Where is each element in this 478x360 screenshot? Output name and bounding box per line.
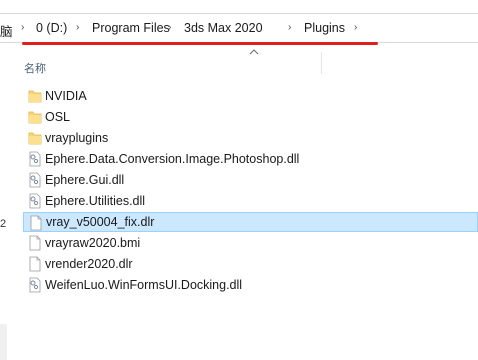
up-caret-icon [249, 49, 259, 55]
breadcrumb-program-files[interactable]: Program Files [92, 21, 170, 35]
file-name: vrayplugins [45, 131, 109, 145]
breadcrumb-chevron-icon[interactable]: › [354, 22, 357, 33]
file-name: Ephere.Data.Conversion.Image.Photoshop.d… [45, 152, 300, 166]
folder-icon [28, 130, 42, 146]
file-icon [28, 256, 42, 272]
file-name: WeifenLuo.WinFormsUI.Docking.dll [45, 278, 243, 292]
navigation-pane-edge [0, 44, 7, 360]
file-list-item[interactable]: Ephere.Utilities.dll [23, 191, 478, 211]
dll-file-icon [28, 172, 42, 188]
breadcrumb-fragment[interactable]: 脑 [0, 21, 13, 40]
breadcrumb-chevron-icon[interactable]: › [168, 22, 171, 33]
breadcrumb-plugins[interactable]: Plugins [304, 21, 345, 35]
folder-icon [28, 109, 42, 125]
breadcrumb-3ds-max-2020[interactable]: 3ds Max 2020 [184, 21, 263, 35]
file-name: vray_v50004_fix.dlr [46, 215, 155, 229]
breadcrumb-chevron-icon[interactable]: › [76, 22, 79, 33]
file-name: vrender2020.dlr [45, 257, 133, 271]
file-list-item[interactable]: vrayraw2020.bmi [23, 233, 478, 253]
breadcrumb-chevron-icon[interactable]: › [288, 22, 291, 33]
address-bar[interactable]: 脑 › 0 (D:) › Program Files › 3ds Max 202… [0, 13, 478, 43]
file-list-item[interactable]: vrender2020.dlr [23, 254, 478, 274]
file-list-item[interactable]: OSL [23, 107, 478, 127]
file-list-item[interactable]: Ephere.Data.Conversion.Image.Photoshop.d… [23, 149, 478, 169]
file-icon [29, 215, 43, 231]
file-list-item[interactable]: vray_v50004_fix.dlr [23, 212, 478, 232]
file-icon [28, 235, 42, 251]
red-underline-annotation [22, 42, 378, 45]
dll-file-icon [28, 277, 42, 293]
file-name: NVIDIA [45, 89, 87, 103]
file-name: vrayraw2020.bmi [45, 236, 141, 250]
nav-pane-partial-text: 2 [0, 218, 7, 230]
column-divider[interactable] [321, 52, 322, 74]
breadcrumb-chevron-icon[interactable]: › [21, 22, 24, 33]
file-list-item[interactable]: Ephere.Gui.dll [23, 170, 478, 190]
file-list-item[interactable]: NVIDIA [23, 86, 478, 106]
file-name: Ephere.Gui.dll [45, 173, 125, 187]
file-name: Ephere.Utilities.dll [45, 194, 146, 208]
file-list-item[interactable]: vrayplugins [23, 128, 478, 148]
file-name: OSL [45, 110, 71, 124]
folder-icon [28, 88, 42, 104]
column-header-name[interactable]: 名称 [24, 60, 46, 76]
breadcrumb-drive-d[interactable]: 0 (D:) [36, 21, 67, 35]
file-list-item[interactable]: WeifenLuo.WinFormsUI.Docking.dll [23, 275, 478, 295]
dll-file-icon [28, 193, 42, 209]
dll-file-icon [28, 151, 42, 167]
